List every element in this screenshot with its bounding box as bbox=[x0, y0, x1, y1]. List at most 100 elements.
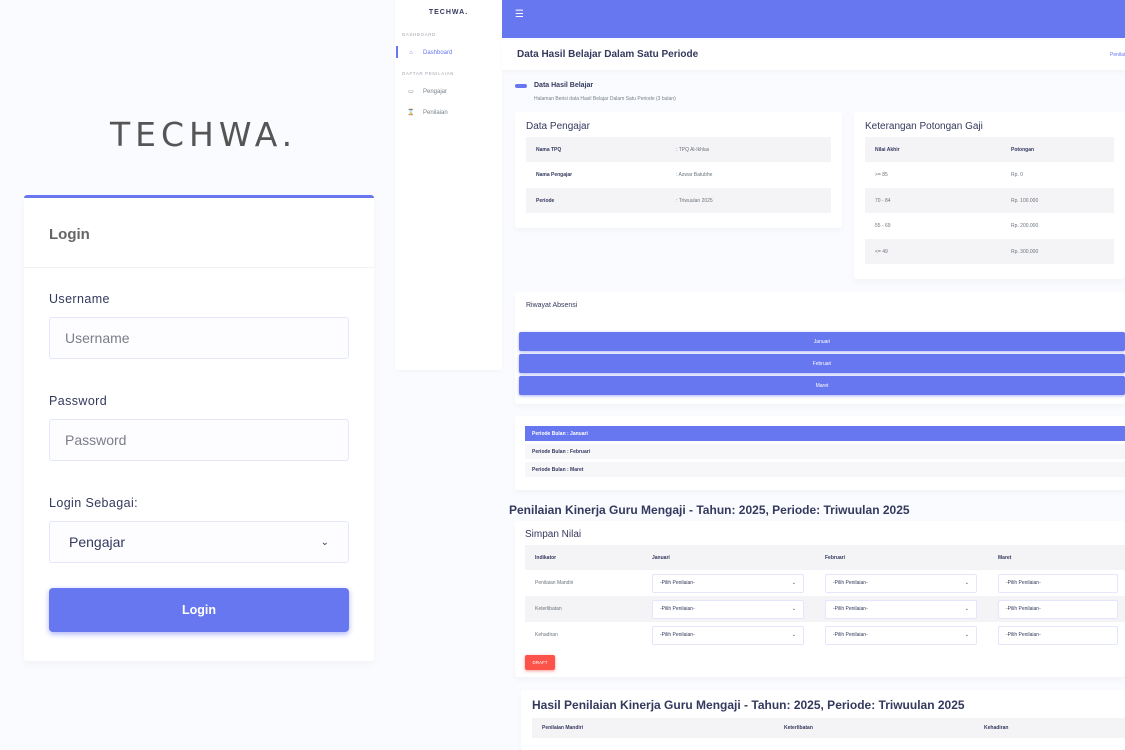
sidebar-item-pengajar[interactable]: ▭ Pengajar bbox=[395, 81, 502, 102]
absensi-februari-button[interactable]: Februari bbox=[519, 354, 1125, 373]
page-title: Data Hasil Belajar Dalam Satu Periode bbox=[517, 49, 699, 60]
table-cell: Rp. 100.000 bbox=[1011, 197, 1039, 204]
menu-icon[interactable]: ☰ bbox=[515, 9, 524, 20]
sidebar-item-dashboard[interactable]: ⌂ Dashboard bbox=[395, 42, 502, 63]
periode-item-januari[interactable]: Periode Bulan : Januari bbox=[525, 426, 1125, 441]
select-value: -Pilih Penilaian- bbox=[833, 580, 868, 586]
chevron-down-icon: ⌄ bbox=[320, 536, 329, 548]
chevron-down-icon: ⌄ bbox=[791, 606, 796, 612]
penilaian-heading: Penilaian Kinerja Guru Mengaji - Tahun: … bbox=[509, 503, 910, 517]
absensi-januari-button[interactable]: Januari bbox=[519, 332, 1125, 351]
brand-logo: TECHWA. bbox=[110, 115, 298, 154]
periode-card: Periode Bulan : Januari Periode Bulan : … bbox=[515, 416, 1125, 490]
role-select-value: Pengajar bbox=[69, 534, 126, 550]
table-header: Keterlibatan bbox=[784, 725, 813, 731]
page-header: Data Hasil Belajar Dalam Satu Periode Pe… bbox=[502, 40, 1125, 70]
penilaian-select[interactable]: -Pilih Penilaian- ⌄ bbox=[652, 599, 804, 619]
login-button[interactable]: Login bbox=[49, 588, 349, 632]
table-cell: -Pilih Penilaian- ⌄ bbox=[652, 622, 825, 648]
table-cell: : Azwar Batubhe bbox=[676, 172, 713, 178]
hasil-penilaian-table: Penilaian Mandiri Keterlibatan Kehadiran bbox=[532, 718, 1125, 738]
sidebar-brand[interactable]: TECHWA. bbox=[395, 9, 502, 23]
data-pengajar-title: Data Pengajar bbox=[526, 121, 590, 132]
topbar: ☰ bbox=[502, 0, 1125, 38]
simpan-nilai-title: Simpan Nilai bbox=[525, 529, 582, 540]
hasil-penilaian-card: Hasil Penilaian Kinerja Guru Mengaji - T… bbox=[521, 690, 1125, 750]
table-header: Nilai Akhir bbox=[875, 146, 900, 153]
data-pengajar-card: Data Pengajar Nama TPQ : TPQ Al-Ikhlas N… bbox=[515, 112, 842, 228]
table-cell: : Triwuulan 2025 bbox=[676, 197, 713, 204]
table-cell: Penilaian Mandiri bbox=[535, 580, 574, 586]
section-title-bar bbox=[515, 83, 527, 88]
table-row: Nama Pengajar : Azwar Batubhe bbox=[526, 162, 831, 188]
monitor-icon: ▭ bbox=[408, 89, 414, 95]
penilaian-select[interactable]: -Pilih Penilaian- ⌄ bbox=[825, 599, 977, 619]
sidebar-heading-penilaian: DAFTAR PENILAIAN bbox=[402, 71, 455, 76]
absensi-maret-button[interactable]: Maret bbox=[519, 376, 1125, 395]
table-cell: Rp. 300.000 bbox=[1011, 248, 1039, 255]
table-cell: -Pilih Penilaian- bbox=[998, 570, 1125, 596]
table-cell: -Pilih Penilaian- ⌄ bbox=[825, 622, 998, 648]
penilaian-select[interactable]: -Pilih Penilaian- bbox=[998, 573, 1118, 593]
select-value: -Pilih Penilaian- bbox=[1006, 580, 1041, 586]
penilaian-select[interactable]: -Pilih Penilaian- ⌄ bbox=[825, 625, 977, 645]
table-cell: -Pilih Penilaian- ⌄ bbox=[652, 570, 825, 596]
draft-button[interactable]: DRAFT bbox=[525, 655, 555, 670]
username-input[interactable] bbox=[49, 317, 349, 359]
penilaian-select[interactable]: -Pilih Penilaian- ⌄ bbox=[652, 573, 804, 593]
select-value: -Pilih Penilaian- bbox=[1006, 632, 1041, 638]
table-header: Potongan bbox=[1011, 146, 1035, 153]
table-cell: -Pilih Penilaian- bbox=[998, 596, 1125, 622]
penilaian-select[interactable]: -Pilih Penilaian- bbox=[998, 599, 1118, 619]
table-row: <= 49 Rp. 300.000 bbox=[865, 239, 1114, 264]
hourglass-icon: ⌛ bbox=[407, 110, 415, 116]
home-icon: ⌂ bbox=[409, 49, 413, 56]
select-value: -Pilih Penilaian- bbox=[833, 632, 868, 638]
sidebar-item-penilaian[interactable]: ⌛ Penilaian bbox=[395, 102, 502, 123]
sidebar-heading-dashboard: DASHBOARD bbox=[402, 32, 436, 37]
table-cell: -Pilih Penilaian- ⌄ bbox=[825, 570, 998, 596]
table-cell: Nama TPQ bbox=[536, 146, 562, 153]
table-header: Kehadiran bbox=[984, 725, 1009, 731]
table-row: Keterlibatan -Pilih Penilaian- ⌄ -Pilih P… bbox=[525, 596, 1125, 622]
potongan-gaji-table: Nilai Akhir Potongan >= 85 Rp. 0 70 - 84… bbox=[865, 137, 1114, 264]
table-row: 70 - 84 Rp. 100.000 bbox=[865, 188, 1114, 213]
chevron-down-icon: ⌄ bbox=[964, 606, 969, 612]
password-input[interactable] bbox=[49, 419, 349, 461]
table-cell: Kehadiran bbox=[535, 632, 558, 638]
select-value: -Pilih Penilaian- bbox=[660, 632, 695, 638]
table-cell: 55 - 69 bbox=[875, 223, 891, 229]
table-header-row: Indikator Januari Februari Maret bbox=[525, 545, 1125, 570]
table-cell: -Pilih Penilaian- ⌄ bbox=[652, 596, 825, 622]
penilaian-table: Indikator Januari Februari Maret Penilai… bbox=[525, 545, 1125, 648]
table-row: 55 - 69 Rp. 200.000 bbox=[865, 213, 1114, 239]
table-cell: >= 85 bbox=[875, 172, 888, 178]
table-row: Nama TPQ : TPQ Al-Ikhlas bbox=[526, 137, 831, 162]
periode-item-februari[interactable]: Periode Bulan : Februari bbox=[525, 444, 1125, 459]
penilaian-select[interactable]: -Pilih Penilaian- ⌄ bbox=[652, 625, 804, 645]
table-cell: Nama Pengajar bbox=[536, 172, 573, 178]
sidebar-item-label: Dashboard bbox=[423, 49, 453, 56]
breadcrumb[interactable]: Penilai bbox=[1110, 52, 1125, 58]
penilaian-select[interactable]: -Pilih Penilaian- ⌄ bbox=[825, 573, 977, 593]
table-cell: Rp. 200.000 bbox=[1011, 223, 1039, 229]
sidebar: TECHWA. DASHBOARD ⌂ Dashboard DAFTAR PEN… bbox=[395, 0, 502, 370]
table-header: Februari bbox=[825, 554, 846, 561]
table-cell: Rp. 0 bbox=[1011, 172, 1023, 178]
select-value: -Pilih Penilaian- bbox=[833, 606, 868, 612]
table-cell: -Pilih Penilaian- bbox=[998, 622, 1125, 648]
potongan-gaji-title: Keterangan Potongan Gaji bbox=[865, 121, 983, 132]
riwayat-absensi-card: Riwayat Absensi Januari Februari Maret bbox=[515, 292, 1125, 404]
table-header-row: Nilai Akhir Potongan bbox=[865, 137, 1114, 162]
periode-item-maret[interactable]: Periode Bulan : Maret bbox=[525, 462, 1125, 477]
chevron-down-icon: ⌄ bbox=[964, 632, 969, 638]
password-label: Password bbox=[49, 394, 108, 408]
select-value: -Pilih Penilaian- bbox=[1006, 606, 1041, 612]
penilaian-select[interactable]: -Pilih Penilaian- bbox=[998, 625, 1118, 645]
chevron-down-icon: ⌄ bbox=[791, 632, 796, 638]
table-cell: -Pilih Penilaian- ⌄ bbox=[825, 596, 998, 622]
table-cell: Keterlibatan bbox=[535, 606, 562, 612]
chevron-down-icon: ⌄ bbox=[964, 580, 969, 586]
table-cell: <= 49 bbox=[875, 248, 888, 255]
role-select[interactable]: Pengajar ⌄ bbox=[49, 521, 349, 563]
